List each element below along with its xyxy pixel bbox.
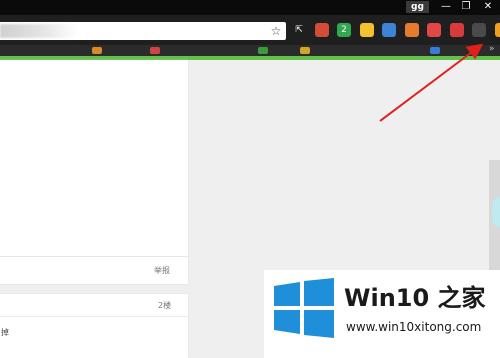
windows-logo-icon	[274, 278, 334, 338]
watermark-title: Win10 之家	[344, 284, 486, 312]
watermark-url: www.win10xitong.com	[346, 320, 482, 334]
site-watermark: Win10 之家 www.win10xitong.com	[264, 270, 500, 358]
browser-window: gg — ❐ ✕ ☆ ⇱ 2 » 举报 2楼 掉 Win10 之家 www.wi…	[0, 0, 500, 358]
